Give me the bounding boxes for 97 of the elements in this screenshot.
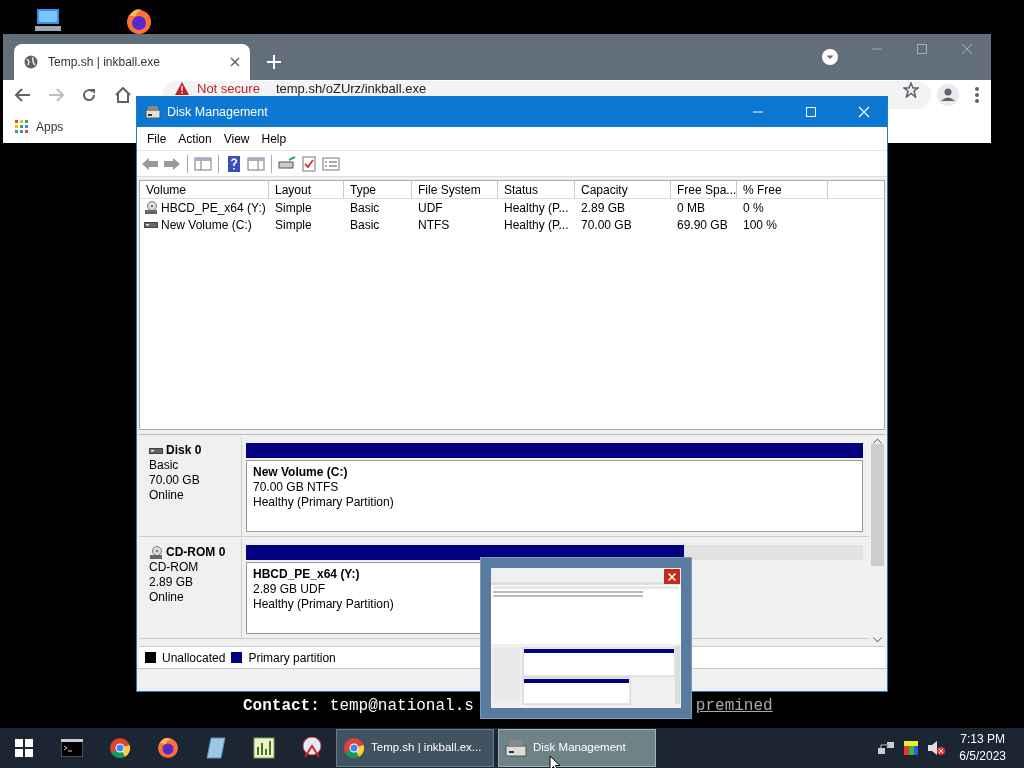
home-icon[interactable] bbox=[114, 87, 132, 103]
network-icon[interactable] bbox=[877, 740, 896, 756]
page-link[interactable]: premined bbox=[695, 694, 773, 718]
column-header[interactable]: Capacity bbox=[575, 181, 671, 198]
column-header[interactable]: File System bbox=[412, 181, 498, 198]
table-cell-text: Simple bbox=[274, 216, 313, 234]
contact-email: temp@national.s bbox=[329, 696, 474, 717]
window-preview-tooltip[interactable] bbox=[480, 557, 692, 719]
table-cell-text: Healthy (P... bbox=[503, 199, 570, 217]
taskbar-button[interactable]: Disk Management bbox=[498, 729, 656, 767]
cursor-icon bbox=[549, 755, 561, 768]
close-icon[interactable] bbox=[230, 57, 240, 67]
legend-label: Unallocated bbox=[162, 649, 226, 667]
menu-item[interactable]: Action bbox=[172, 129, 218, 148]
new-tab-icon[interactable] bbox=[267, 55, 281, 69]
menu-item[interactable]: Help bbox=[255, 129, 293, 148]
firefox-icon[interactable] bbox=[124, 7, 154, 35]
taskbar-button[interactable]: Temp.sh | inkball.ex... bbox=[336, 729, 494, 767]
cd-drive-icon bbox=[144, 201, 158, 214]
table-cell-text: 2.89 GB bbox=[580, 199, 627, 217]
disk-drive-icon bbox=[145, 105, 161, 119]
scrollbar-thumb[interactable] bbox=[870, 444, 884, 566]
table-cell-text: NTFS bbox=[417, 216, 451, 234]
close-icon bbox=[668, 572, 676, 581]
disk-size: 2.89 GB bbox=[149, 575, 195, 590]
menu-item[interactable]: File bbox=[141, 129, 173, 148]
partition-detail: 2.89 GB UDF bbox=[253, 582, 326, 597]
windows-icon[interactable] bbox=[15, 739, 33, 757]
table-cell-text: Simple bbox=[274, 199, 313, 217]
dropdown-icon[interactable] bbox=[822, 49, 838, 65]
chrome-icon[interactable] bbox=[109, 737, 131, 759]
apps-grid-icon bbox=[15, 120, 28, 133]
back-icon[interactable] bbox=[15, 88, 31, 102]
contact-label: Contact: bbox=[243, 696, 320, 717]
checklist-icon[interactable] bbox=[300, 155, 318, 172]
disk-status: Online bbox=[149, 488, 185, 503]
chart-icon[interactable] bbox=[253, 737, 275, 759]
chrome-icon bbox=[343, 737, 365, 759]
menu-item[interactable]: View bbox=[217, 129, 256, 148]
computer-icon[interactable] bbox=[35, 8, 61, 32]
bookmark-link[interactable]: Apps bbox=[15, 117, 64, 136]
column-header[interactable]: Layout bbox=[269, 181, 344, 198]
column-header[interactable]: Status bbox=[498, 181, 575, 198]
display-icon[interactable] bbox=[903, 740, 920, 756]
table-cell-text: HBCD_PE_x64 (Y:) bbox=[161, 199, 266, 217]
column-header[interactable]: Volume bbox=[140, 181, 269, 198]
table-cell-text: Healthy (P... bbox=[503, 216, 570, 234]
drive-icon[interactable] bbox=[278, 155, 296, 172]
table-cell-text: 0 MB bbox=[676, 199, 706, 217]
partition-name: New Volume (C:) bbox=[253, 465, 348, 480]
table-cell-text: Basic bbox=[349, 199, 381, 217]
partition-block[interactable]: New Volume (C:) 70.00 GB NTFS Healthy (Primary Partition) bbox=[246, 460, 863, 532]
partition-status: Healthy (Primary Partition) bbox=[253, 495, 394, 510]
table-cell-text: Basic bbox=[349, 216, 381, 234]
partition-name: HBCD_PE_x64 (Y:) bbox=[253, 567, 360, 582]
table-cell-text: UDF bbox=[417, 199, 444, 217]
table-cell-text: New Volume (C:) bbox=[161, 216, 252, 234]
help-icon[interactable] bbox=[225, 155, 243, 172]
warning-icon bbox=[175, 82, 189, 95]
speaker-muted-icon[interactable] bbox=[927, 740, 946, 756]
disk-type: CD-ROM bbox=[149, 560, 200, 575]
partition-status: Healthy (Primary Partition) bbox=[253, 597, 394, 612]
disk-info-panel[interactable]: Disk 0 Basic 70.00 GB Online bbox=[139, 437, 242, 536]
close-button[interactable] bbox=[664, 569, 680, 584]
firefox-icon[interactable] bbox=[157, 737, 179, 759]
forward-icon[interactable] bbox=[163, 155, 181, 172]
column-header[interactable]: % Free bbox=[737, 181, 828, 198]
disk-info-panel[interactable]: CD-ROM 0 CD-ROM 2.89 GB Online bbox=[139, 539, 242, 638]
notebook-icon[interactable] bbox=[206, 737, 226, 759]
cd-drive-icon bbox=[149, 546, 163, 559]
disk-status: Online bbox=[149, 590, 185, 605]
scroll-down-icon[interactable] bbox=[872, 637, 882, 643]
disk-type: Basic bbox=[149, 458, 180, 473]
table-cell-text: 69.90 GB bbox=[676, 216, 729, 234]
drive-icon bbox=[149, 446, 163, 455]
menu-icon[interactable] bbox=[975, 87, 979, 103]
disk-name: CD-ROM 0 bbox=[166, 545, 226, 560]
scroll-up-icon[interactable] bbox=[872, 438, 882, 444]
table-cell-text: 70.00 GB bbox=[580, 216, 633, 234]
disk-drive-icon bbox=[505, 739, 527, 757]
drive-icon bbox=[144, 220, 158, 229]
back-icon[interactable] bbox=[141, 155, 159, 172]
avatar-icon[interactable] bbox=[937, 84, 959, 106]
terminal-icon[interactable] bbox=[61, 739, 83, 757]
column-header[interactable]: Free Spa... bbox=[671, 181, 737, 198]
disk-size: 70.00 GB bbox=[149, 473, 201, 488]
window-preview-drawing[interactable] bbox=[491, 568, 681, 708]
column-header[interactable]: Type bbox=[344, 181, 412, 198]
table-cell-text: 100 % bbox=[742, 216, 779, 234]
table-cell-text: 0 % bbox=[742, 199, 765, 217]
legend-label: Primary partition bbox=[248, 649, 336, 667]
clock[interactable]: 7:13 PM 6/5/2023 bbox=[959, 731, 1006, 765]
reload-icon[interactable] bbox=[81, 87, 97, 103]
star-icon[interactable] bbox=[903, 82, 919, 98]
disk-name: Disk 0 bbox=[166, 443, 202, 458]
browser-tab[interactable]: Temp.sh | inkball.exe bbox=[14, 44, 250, 80]
partition-detail: 70.00 GB NTFS bbox=[253, 480, 339, 495]
